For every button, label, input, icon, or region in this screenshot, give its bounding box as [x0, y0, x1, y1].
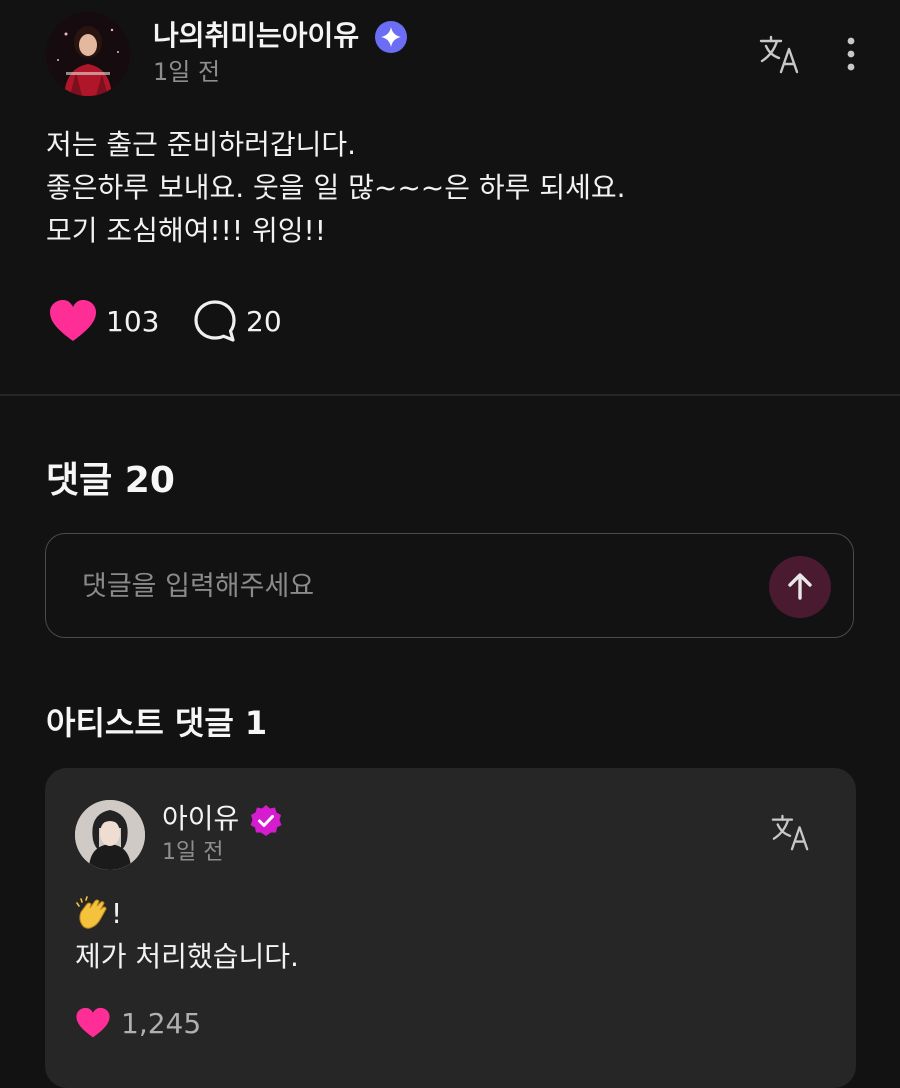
post-body: 저는 출근 준비하러갑니다. 좋은하루 보내요. 웃을 일 많~~~은 하루 되…: [46, 123, 866, 252]
arrow-up-icon: [788, 573, 812, 600]
artist-comments-heading: 아티스트 댓글 1: [46, 704, 268, 742]
artist-avatar[interactable]: [75, 800, 145, 870]
comment-button[interactable]: 20: [192, 296, 282, 346]
post-line: 모기 조심해여!!! 위잉!!: [46, 214, 327, 247]
artist-comment-line: !: [75, 892, 299, 935]
comment-bubble-icon: [194, 300, 236, 342]
artist-comment-body: ! 제가 처리했습니다.: [75, 892, 299, 978]
comment-input[interactable]: [80, 560, 744, 612]
comments-heading: 댓글 20: [46, 460, 175, 501]
post-timestamp: 1일 전: [153, 58, 221, 86]
sparkle-badge-icon: [374, 20, 408, 54]
comment-count: 20: [246, 304, 282, 338]
clapping-hands-icon: [76, 895, 107, 929]
artist-comment-timestamp: 1일 전: [162, 840, 224, 865]
artist-like-button[interactable]: 1,245: [75, 1000, 201, 1046]
artist-name[interactable]: 아이유: [162, 800, 239, 838]
heart-icon: [76, 1007, 110, 1038]
heart-icon: [50, 300, 96, 341]
like-button[interactable]: 103: [48, 296, 159, 346]
send-comment-button[interactable]: [769, 556, 831, 618]
post-line: 저는 출근 준비하러갑니다.: [46, 128, 357, 161]
artist-comment-line: 제가 처리했습니다.: [75, 940, 299, 973]
more-options-button[interactable]: [836, 34, 866, 74]
like-count: 103: [106, 304, 160, 338]
artist-avatar-image: [75, 800, 145, 870]
artist-like-count: 1,245: [121, 1006, 202, 1040]
post-actions: 103 20: [48, 296, 448, 346]
artist-comment-card: 아이유 1일 전 ! 제가 처리했습니다. 1,245: [45, 768, 856, 1088]
translate-button[interactable]: [768, 810, 814, 856]
author-name[interactable]: 나의취미는아이유: [153, 16, 359, 56]
translate-button[interactable]: [757, 32, 803, 78]
comment-input-box: [45, 533, 854, 638]
avatar-image: [46, 12, 130, 96]
translate-icon: [771, 814, 809, 851]
post-line: 좋은하루 보내요. 웃을 일 많~~~은 하루 되세요.: [46, 171, 626, 204]
check-badge-icon: [249, 804, 283, 838]
artist-comment-exclaim: !: [111, 897, 123, 930]
section-divider: [0, 394, 900, 396]
avatar[interactable]: [46, 12, 130, 96]
translate-icon: [759, 35, 799, 74]
more-vertical-icon: [847, 37, 855, 71]
post-header: 나의취미는아이유 1일 전: [46, 12, 866, 102]
